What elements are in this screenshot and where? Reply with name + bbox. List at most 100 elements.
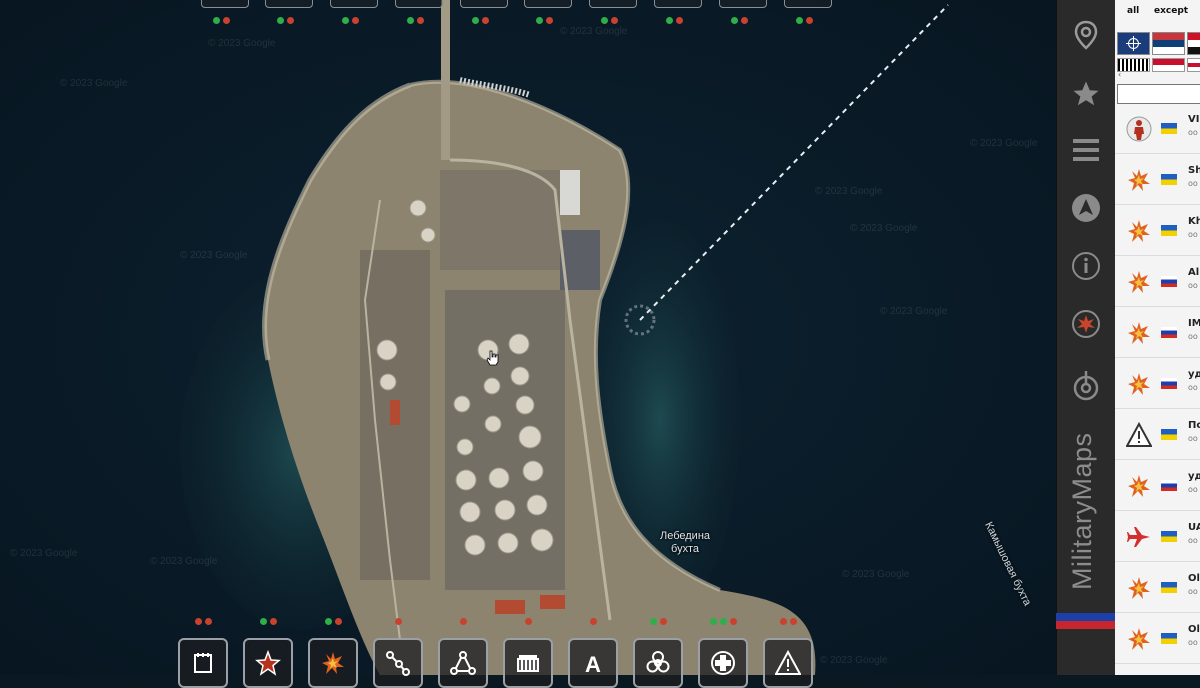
explosion-circle-icon[interactable] <box>1069 307 1103 341</box>
ukraine-flag-icon <box>1161 174 1177 185</box>
event-list-item[interactable]: уд oo <box>1115 461 1200 511</box>
green-status-dot <box>324 618 332 625</box>
event-subtitle: oo <box>1188 587 1198 596</box>
top-category-button[interactable] <box>460 0 508 8</box>
svg-text:A: A <box>585 652 601 676</box>
status-indicator <box>524 618 532 625</box>
calendar-icon <box>190 650 216 676</box>
explosion-icon <box>1126 575 1152 601</box>
event-subtitle: oo <box>1188 383 1198 392</box>
biohazard-category-button[interactable] <box>633 638 683 688</box>
map-watermark: © 2023 Google <box>150 556 218 567</box>
event-list-item[interactable]: Sh oo <box>1115 155 1200 205</box>
target-icon[interactable] <box>1069 368 1103 402</box>
red-status-dot <box>589 618 597 625</box>
top-category-button[interactable] <box>395 0 443 8</box>
event-title: VI <box>1188 114 1200 125</box>
star-category-button[interactable] <box>243 638 293 688</box>
map-watermark: © 2023 Google <box>10 548 78 559</box>
top-category-button[interactable] <box>654 0 702 8</box>
status-indicator <box>536 17 553 24</box>
route-category-button[interactable] <box>373 638 423 688</box>
top-category-button[interactable] <box>784 0 832 8</box>
flag-filter[interactable] <box>1152 58 1185 72</box>
status-indicator <box>709 618 737 625</box>
explosion-icon <box>1126 167 1152 193</box>
top-category-button[interactable] <box>589 0 637 8</box>
chevron-left-icon[interactable]: ‹ <box>1118 70 1121 79</box>
menu-icon[interactable] <box>1069 133 1103 167</box>
warning-category-button[interactable] <box>763 638 813 688</box>
event-list-item[interactable]: Al oo <box>1115 257 1200 307</box>
medical-cross-category-button[interactable] <box>698 638 748 688</box>
explosion-icon <box>320 650 346 676</box>
top-category-button[interactable] <box>719 0 767 8</box>
egypt-flag-filter[interactable] <box>1187 32 1200 55</box>
ukraine-flag-icon <box>1161 531 1177 542</box>
green-status-dot <box>796 17 803 24</box>
explosion-category-button[interactable] <box>308 638 358 688</box>
filter-all-toggle[interactable]: all <box>1127 6 1139 16</box>
ukraine-flag-icon <box>1161 633 1177 644</box>
red-status-dot <box>779 618 787 625</box>
satellite-map[interactable]: © 2023 Google © 2023 Google © 2023 Googl… <box>0 0 1056 675</box>
russia-flag-icon <box>1161 480 1177 491</box>
event-subtitle: oo <box>1188 434 1198 443</box>
red-status-dot <box>287 17 294 24</box>
serbia-flag-filter[interactable] <box>1152 32 1185 55</box>
status-indicator <box>213 17 230 24</box>
network-category-button[interactable] <box>438 638 488 688</box>
navigation-icon[interactable] <box>1069 191 1103 225</box>
event-list-item[interactable]: Ol oo <box>1115 614 1200 664</box>
top-category-button[interactable] <box>524 0 572 8</box>
status-indicator <box>796 17 813 24</box>
event-list-item[interactable]: По oo <box>1115 410 1200 460</box>
network-icon <box>450 650 476 676</box>
top-category-button[interactable] <box>265 0 313 8</box>
explosion-icon <box>1126 218 1152 244</box>
calendar-category-button[interactable] <box>178 638 228 688</box>
search-input[interactable] <box>1117 84 1200 104</box>
red-status-dot <box>417 17 424 24</box>
info-icon[interactable] <box>1069 249 1103 283</box>
top-category-button[interactable] <box>330 0 378 8</box>
route-icon <box>385 650 411 676</box>
ukraine-flag-icon <box>1161 429 1177 440</box>
status-indicator <box>459 618 467 625</box>
event-list-item[interactable]: VI oo <box>1115 104 1200 154</box>
brand-flag-bar <box>1056 613 1115 629</box>
explosion-icon <box>1126 269 1152 295</box>
text-label-category-button[interactable]: A <box>568 638 618 688</box>
map-watermark: © 2023 Google <box>880 306 948 317</box>
event-list-item[interactable]: UA oo <box>1115 512 1200 562</box>
red-status-dot <box>204 618 212 625</box>
star-icon[interactable] <box>1069 77 1103 111</box>
status-indicator <box>589 618 597 625</box>
flag-filter[interactable] <box>1117 58 1150 72</box>
explosion-icon <box>1126 626 1152 652</box>
status-indicator <box>324 618 342 625</box>
russia-flag-icon <box>1161 378 1177 389</box>
map-watermark: © 2023 Google <box>560 26 628 37</box>
map-pin-icon[interactable] <box>1069 18 1103 52</box>
event-list-item[interactable]: Kh oo <box>1115 206 1200 256</box>
event-list-item[interactable]: уд oo <box>1115 359 1200 409</box>
explosion-icon <box>1126 371 1152 397</box>
red-status-dot <box>194 618 202 625</box>
status-indicator <box>472 17 489 24</box>
flag-filter[interactable] <box>1187 58 1200 72</box>
top-category-button[interactable] <box>201 0 249 8</box>
filter-except-toggle[interactable]: except <box>1154 6 1188 16</box>
red-status-dot <box>524 618 532 625</box>
event-subtitle: oo <box>1188 281 1198 290</box>
nato-flag-filter[interactable] <box>1117 32 1150 55</box>
green-status-dot <box>407 17 414 24</box>
event-list-item[interactable]: IM oo <box>1115 308 1200 358</box>
status-indicator <box>194 618 212 625</box>
map-watermark: © 2023 Google <box>850 223 918 234</box>
status-indicator <box>779 618 797 625</box>
building-category-button[interactable] <box>503 638 553 688</box>
event-title: Kh <box>1188 216 1200 227</box>
map-watermark: © 2023 Google <box>208 38 276 49</box>
event-list-item[interactable]: Ol oo <box>1115 563 1200 613</box>
